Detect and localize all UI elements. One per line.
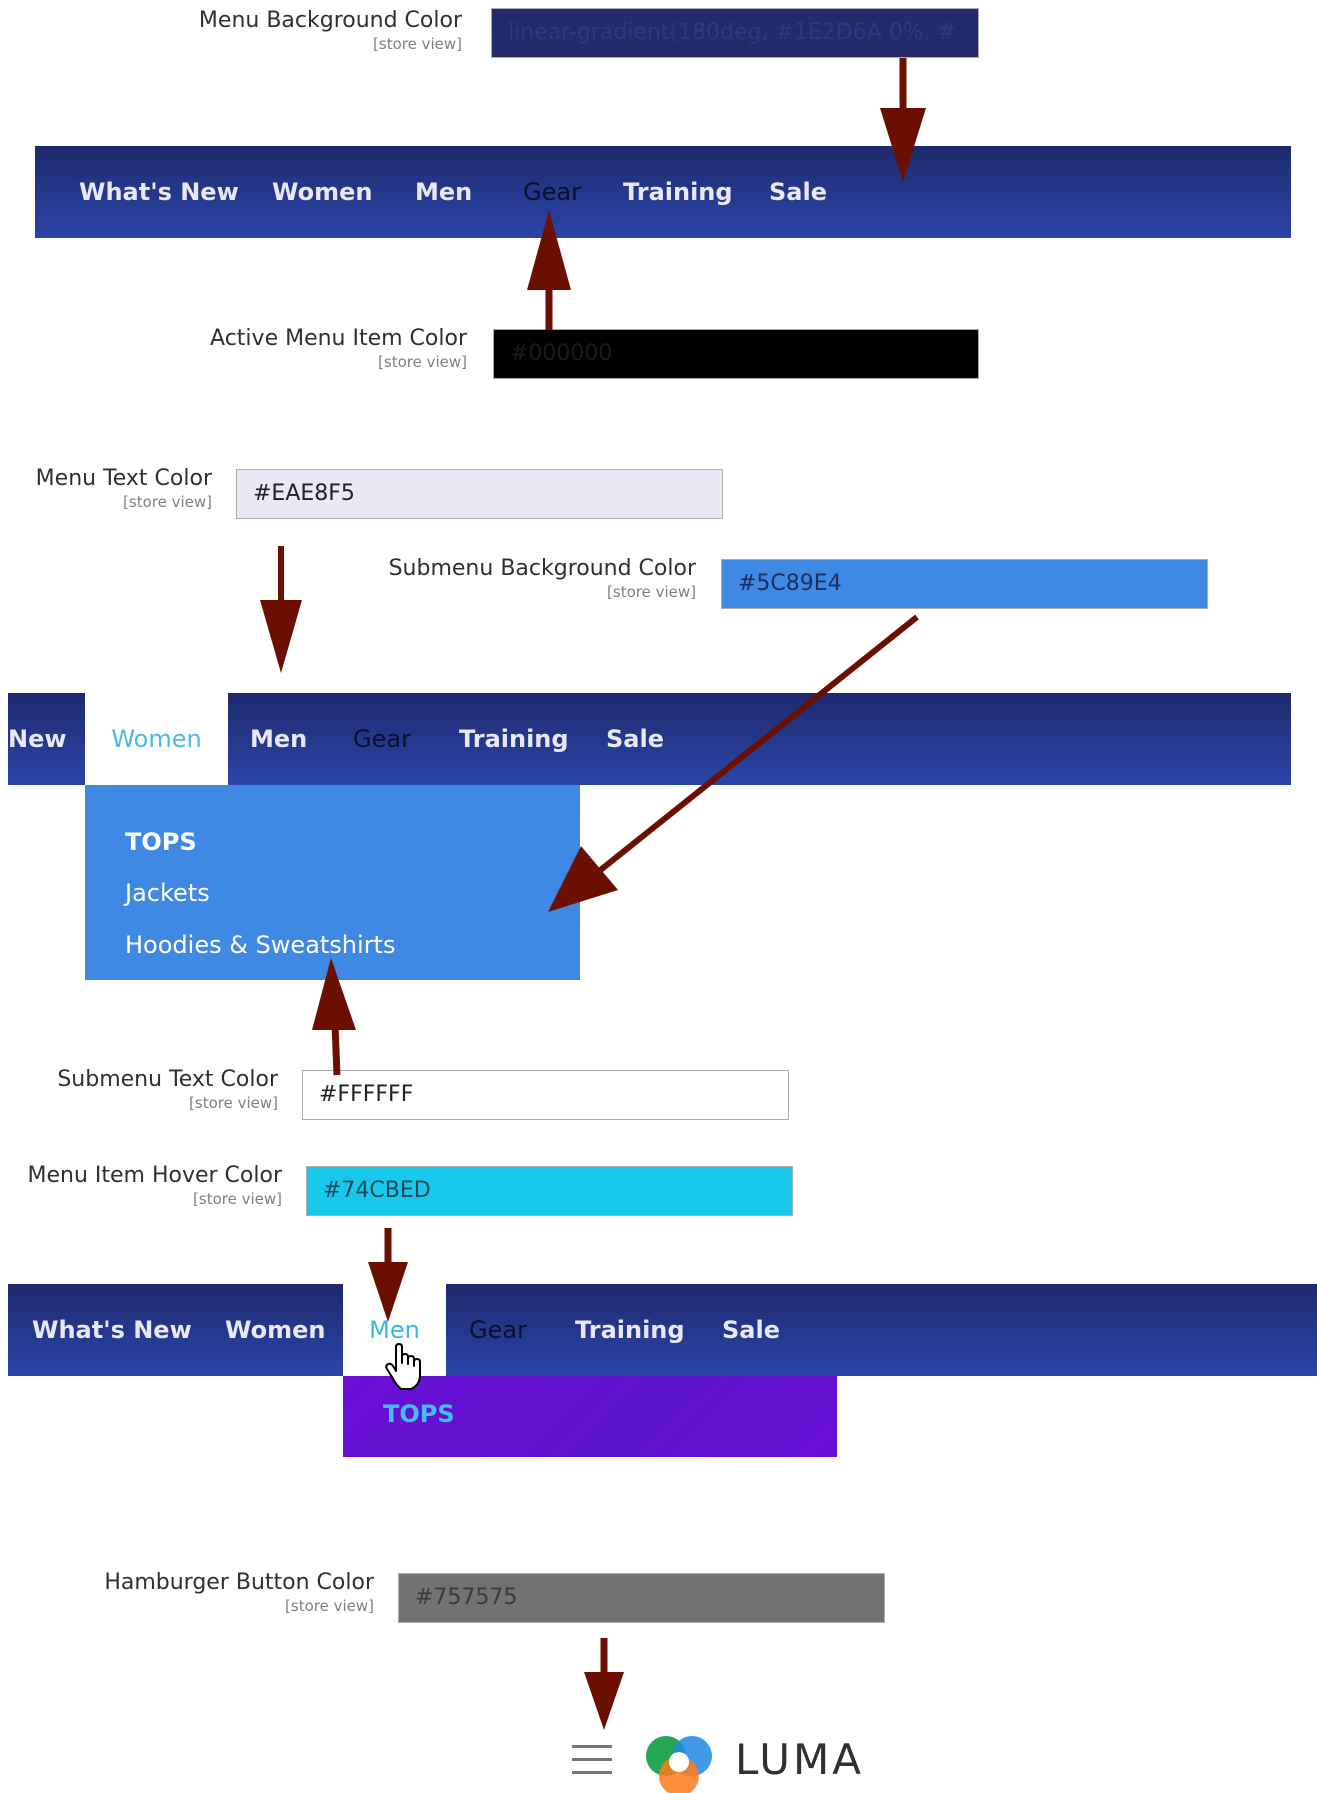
- field-label-text: Active Menu Item Color: [210, 326, 467, 351]
- nav-item-gear-active[interactable]: Gear: [469, 1284, 527, 1376]
- field-value: linear-gradient(180deg, #1E2D6A 0%, #: [508, 20, 957, 45]
- submenu-text-color-label: Submenu Text Color [store view]: [30, 1067, 278, 1112]
- field-value: #EAE8F5: [253, 481, 355, 506]
- active-item-color-label: Active Menu Item Color [store view]: [160, 326, 467, 371]
- field-label-text: Menu Background Color: [198, 8, 462, 33]
- nav-item-whats-new[interactable]: What's New: [79, 146, 239, 238]
- submenu-item-jackets[interactable]: Jackets: [125, 879, 210, 907]
- field-label-text: Submenu Text Color: [57, 1067, 278, 1092]
- nav-item-men[interactable]: Men: [415, 146, 472, 238]
- store-view-scope: [store view]: [123, 493, 212, 511]
- nav-menu-bar-hover-demo: What's New Women Men Gear Training Sale: [8, 1284, 1317, 1376]
- nav-item-training[interactable]: Training: [623, 146, 733, 238]
- submenu-bg-color-label: Submenu Background Color [store view]: [330, 556, 696, 601]
- active-item-color-input[interactable]: #000000: [493, 329, 979, 379]
- store-view-scope: [store view]: [607, 583, 696, 601]
- hamburger-color-label: Hamburger Button Color [store view]: [80, 1570, 374, 1615]
- field-value: #FFFFFF: [319, 1082, 414, 1107]
- menu-text-color-input[interactable]: #EAE8F5: [236, 469, 723, 519]
- nav-item-training[interactable]: Training: [459, 693, 569, 785]
- submenu-women: TOPS Jackets Hoodies & Sweatshirts: [85, 785, 580, 980]
- nav-item-men[interactable]: Men: [250, 693, 307, 785]
- nav-item-training[interactable]: Training: [575, 1284, 685, 1376]
- field-label-text: Menu Item Hover Color: [27, 1163, 282, 1188]
- menu-bg-color-label: Menu Background Color [store view]: [100, 8, 462, 53]
- menu-bg-color-input[interactable]: linear-gradient(180deg, #1E2D6A 0%, #: [491, 8, 979, 58]
- hamburger-menu-icon[interactable]: [570, 1743, 614, 1777]
- submenu-heading-tops[interactable]: TOPS: [383, 1400, 455, 1428]
- submenu-item-hoodies[interactable]: Hoodies & Sweatshirts: [125, 931, 395, 959]
- hamburger-color-input[interactable]: #757575: [398, 1573, 885, 1623]
- nav-item-sale[interactable]: Sale: [606, 693, 664, 785]
- submenu-text-color-input[interactable]: #FFFFFF: [302, 1070, 789, 1120]
- field-label-text: Hamburger Button Color: [104, 1570, 374, 1595]
- field-value: #757575: [415, 1585, 518, 1610]
- hover-color-input[interactable]: #74CBED: [306, 1166, 793, 1216]
- nav-item-gear-active[interactable]: Gear: [523, 146, 581, 238]
- field-label-text: Menu Text Color: [35, 466, 212, 491]
- submenu-heading-tops[interactable]: TOPS: [125, 828, 197, 856]
- nav-item-whats-new[interactable]: What's New: [32, 1284, 192, 1376]
- luma-logo-text: LUMA: [735, 1735, 865, 1784]
- submenu-bg-color-input[interactable]: #5C89E4: [721, 559, 1208, 609]
- nav-item-women-open[interactable]: Women: [85, 693, 228, 785]
- nav-item-women[interactable]: Women: [225, 1284, 325, 1376]
- store-view-scope: [store view]: [189, 1094, 278, 1112]
- nav-item-women[interactable]: Women: [272, 146, 372, 238]
- store-view-scope: [store view]: [378, 353, 467, 371]
- hand-cursor-icon: [385, 1343, 421, 1390]
- nav-menu-bar-default: What's New Women Men Gear Training Sale: [35, 146, 1291, 238]
- field-label-text: Submenu Background Color: [388, 556, 696, 581]
- nav-item-whats-new-partial[interactable]: New: [8, 693, 67, 785]
- field-value: #000000: [510, 341, 613, 366]
- nav-item-sale[interactable]: Sale: [769, 146, 827, 238]
- nav-menu-bar-submenu-demo: New Women Men Gear Training Sale: [8, 693, 1291, 785]
- store-view-scope: [store view]: [193, 1190, 282, 1208]
- nav-item-sale[interactable]: Sale: [722, 1284, 780, 1376]
- arrow-submenu-text: [330, 999, 341, 1076]
- store-view-scope: [store view]: [373, 35, 462, 53]
- field-value: #5C89E4: [738, 571, 842, 596]
- luma-logo-icon: [646, 1736, 712, 1793]
- field-value: #74CBED: [323, 1178, 431, 1203]
- menu-text-color-label: Menu Text Color [store view]: [10, 466, 212, 511]
- store-view-scope: [store view]: [285, 1597, 374, 1615]
- nav-item-gear-active[interactable]: Gear: [353, 693, 411, 785]
- hover-color-label: Menu Item Hover Color [store view]: [10, 1163, 282, 1208]
